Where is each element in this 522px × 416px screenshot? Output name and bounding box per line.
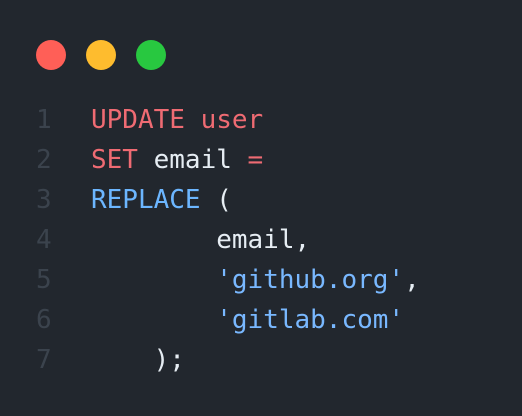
line-number: 5 bbox=[36, 265, 52, 295]
window-controls bbox=[36, 40, 166, 70]
line-number: 4 bbox=[36, 225, 52, 255]
code-token: SET bbox=[91, 145, 138, 175]
line-number: 6 bbox=[36, 305, 52, 335]
code-line: 5 'github.org', bbox=[36, 260, 420, 300]
code-text: SET email = bbox=[91, 140, 263, 180]
code-token: UPDATE user bbox=[91, 105, 264, 135]
code-text: ); bbox=[91, 340, 185, 380]
code-line: 6 'gitlab.com' bbox=[36, 300, 420, 340]
line-number: 7 bbox=[36, 345, 52, 375]
line-number: 2 bbox=[36, 145, 52, 175]
code-text: UPDATE user bbox=[91, 100, 263, 140]
code-token: , bbox=[404, 265, 420, 295]
code-token: 'gitlab.com' bbox=[216, 305, 405, 335]
code-text: 'gitlab.com' bbox=[91, 300, 404, 340]
code-window: 1 UPDATE user 2 SET email = 3 REPLACE (4 emai… bbox=[0, 0, 522, 416]
code-token: email, bbox=[91, 225, 311, 255]
maximize-icon[interactable] bbox=[136, 40, 166, 70]
code-text: email, bbox=[91, 220, 310, 260]
code-line: 2 SET email = bbox=[36, 140, 420, 180]
code-text: 'github.org', bbox=[91, 260, 420, 300]
minimize-icon[interactable] bbox=[86, 40, 116, 70]
line-number: 1 bbox=[36, 105, 52, 135]
line-number: 3 bbox=[36, 185, 52, 215]
code-line: 1 UPDATE user bbox=[36, 100, 420, 140]
code-token: 'github.org' bbox=[216, 265, 405, 295]
code-token: REPLACE bbox=[91, 185, 201, 215]
code-line: 7 ); bbox=[36, 340, 420, 380]
code-line: 4 email, bbox=[36, 220, 420, 260]
close-icon[interactable] bbox=[36, 40, 66, 70]
code-token: ( bbox=[200, 185, 232, 215]
code-token: email bbox=[137, 145, 248, 175]
code-line: 3 REPLACE ( bbox=[36, 180, 420, 220]
code-text: REPLACE ( bbox=[91, 180, 232, 220]
code-token: ); bbox=[91, 345, 185, 375]
code-token: = bbox=[247, 145, 264, 175]
code-block: 1 UPDATE user 2 SET email = 3 REPLACE (4 emai… bbox=[36, 100, 420, 380]
